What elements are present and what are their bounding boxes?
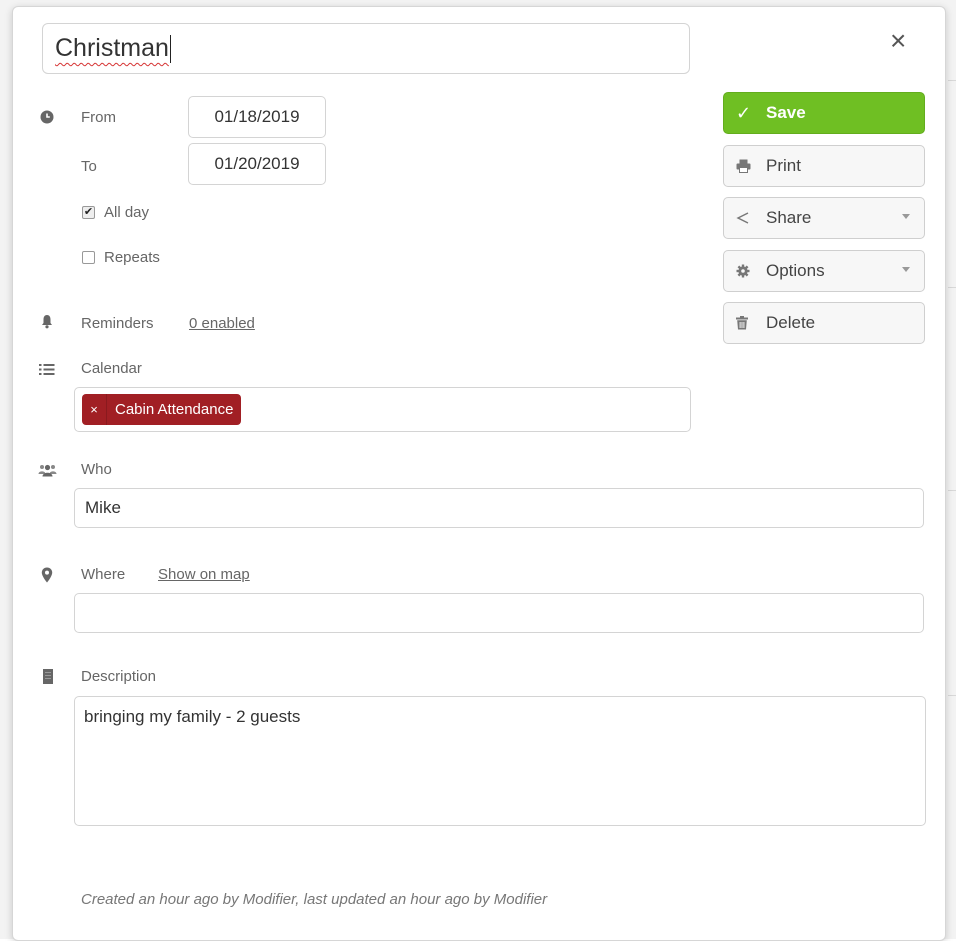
backdrop-divider	[948, 695, 956, 696]
map-marker-icon	[41, 567, 53, 583]
reminders-link[interactable]: 0 enabled	[189, 315, 255, 332]
description-icon	[43, 669, 53, 684]
calendar-label: Calendar	[81, 360, 142, 377]
share-button[interactable]: Share	[723, 197, 925, 239]
to-date-input[interactable]: 01/20/2019	[188, 143, 326, 185]
clock-icon	[40, 110, 54, 124]
all-day-checkbox[interactable]: ✔	[82, 206, 95, 219]
calendar-tag: × Cabin Attendance	[82, 394, 242, 425]
event-meta-footer: Created an hour ago by Modifier, last up…	[81, 891, 548, 908]
print-button[interactable]: Print	[723, 145, 925, 187]
text-caret	[169, 35, 171, 64]
from-date-input[interactable]: 01/18/2019	[188, 96, 326, 138]
chevron-down-icon	[902, 267, 910, 272]
where-label: Where	[81, 566, 126, 583]
options-button-label: Options	[766, 261, 825, 280]
delete-button[interactable]: Delete	[723, 302, 925, 344]
remove-tag-icon[interactable]: ×	[82, 394, 107, 425]
calendar-select[interactable]: × Cabin Attendance	[74, 387, 691, 432]
save-button-label: Save	[766, 103, 806, 122]
where-input[interactable]	[74, 593, 924, 633]
event-title-input[interactable]: Christman	[42, 23, 690, 74]
reminders-label: Reminders	[81, 315, 154, 332]
save-button[interactable]: ✓ Save	[723, 92, 925, 134]
print-button-label: Print	[766, 156, 801, 175]
share-button-label: Share	[766, 208, 812, 227]
backdrop-divider	[948, 490, 956, 491]
chevron-down-icon	[902, 214, 910, 219]
from-label: From	[81, 109, 116, 126]
users-icon	[38, 464, 57, 477]
repeats-checkbox[interactable]	[82, 251, 95, 264]
all-day-label: All day	[104, 204, 150, 221]
list-icon	[39, 364, 55, 375]
backdrop-divider	[948, 80, 956, 81]
gear-icon	[736, 251, 750, 291]
description-label: Description	[81, 668, 157, 685]
close-icon[interactable]: ×	[890, 27, 906, 55]
share-icon	[736, 198, 750, 238]
bell-icon	[42, 315, 52, 329]
who-label: Who	[81, 461, 112, 478]
repeats-label: Repeats	[104, 249, 160, 266]
event-title-text: Christman	[55, 34, 169, 62]
trash-icon	[736, 303, 748, 343]
backdrop-divider	[948, 287, 956, 288]
check-icon: ✓	[736, 103, 752, 123]
print-icon	[736, 146, 751, 186]
who-input[interactable]: Mike	[74, 488, 924, 528]
delete-button-label: Delete	[766, 313, 816, 332]
description-textarea[interactable]: bringing my family - 2 guests	[74, 696, 926, 826]
options-button[interactable]: Options	[723, 250, 925, 292]
to-label: To	[81, 158, 97, 175]
show-on-map-link[interactable]: Show on map	[158, 566, 250, 583]
event-editor-dialog: Christman × From 01/18/2019 To 01/20/201…	[12, 6, 946, 941]
